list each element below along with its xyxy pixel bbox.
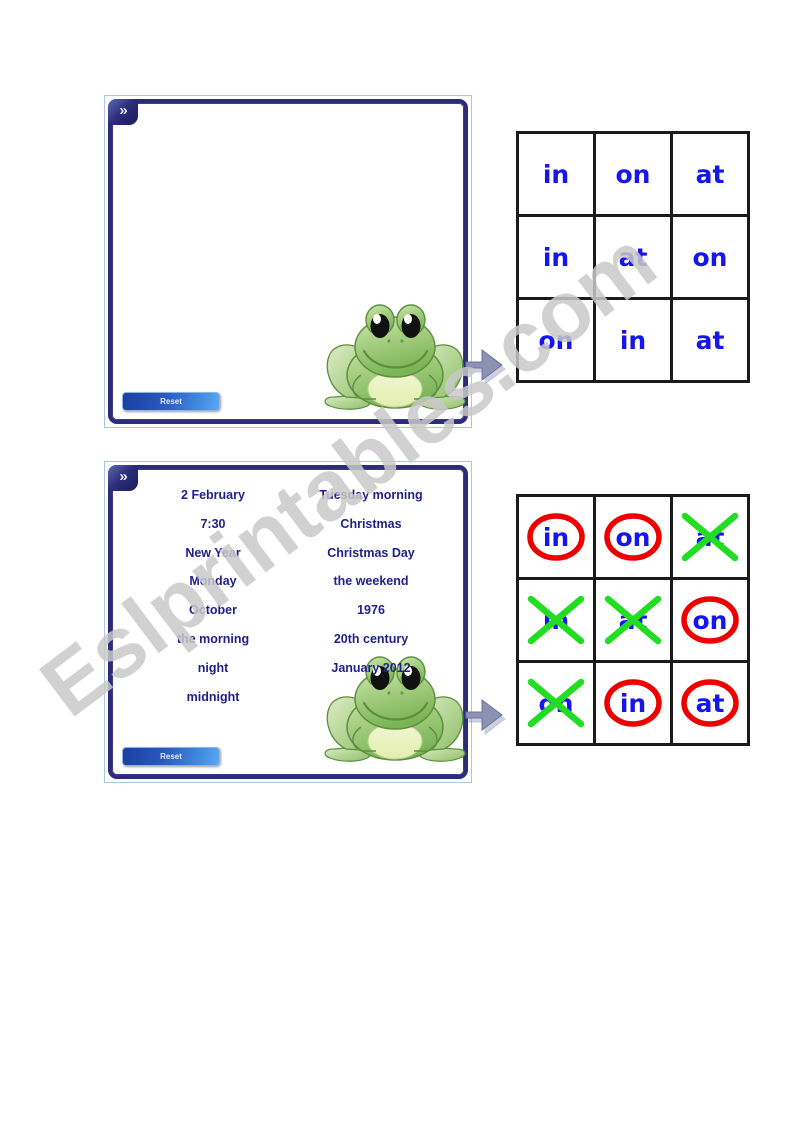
cell-word: in xyxy=(542,159,570,189)
cell-word: in xyxy=(619,325,647,355)
arrow-right-icon-top xyxy=(465,349,506,385)
grid-cell[interactable]: in xyxy=(596,663,673,746)
cell-word: at xyxy=(695,522,725,552)
word-item[interactable]: the weekend xyxy=(292,567,450,596)
grid-cell[interactable]: at xyxy=(673,134,750,217)
word-item[interactable]: Tuesday morning xyxy=(292,481,450,510)
cell-word: at xyxy=(695,159,725,189)
word-item[interactable]: midnight xyxy=(134,683,292,712)
word-item[interactable]: 2 February xyxy=(134,481,292,510)
reset-button[interactable]: Reset xyxy=(122,747,220,766)
word-item[interactable]: 20th century xyxy=(292,625,450,654)
grid-cell[interactable]: on xyxy=(596,497,673,580)
cell-word: in xyxy=(542,242,570,272)
word-item[interactable]: night xyxy=(134,654,292,683)
word-item[interactable]: Christmas Day xyxy=(292,539,450,568)
preposition-grid-unmarked: in on at in at on on in at xyxy=(516,131,750,383)
grid-cell[interactable]: at xyxy=(596,217,673,300)
grid-cell[interactable]: on xyxy=(519,300,596,383)
cell-word: on xyxy=(615,159,651,189)
grid-cell[interactable]: at xyxy=(596,580,673,663)
cell-word: on xyxy=(692,242,728,272)
panel-inner-frame: » 2 February 7:30 New Year Monday Octobe… xyxy=(108,465,468,779)
frog-illustration xyxy=(324,304,466,410)
cell-word: at xyxy=(618,605,648,635)
word-item[interactable]: October xyxy=(134,596,292,625)
grid-cell[interactable]: on xyxy=(519,663,596,746)
chevron-right-icon[interactable]: » xyxy=(108,99,138,125)
word-item[interactable]: January 2012 xyxy=(292,654,450,683)
grid-cell[interactable]: in xyxy=(519,134,596,217)
grid-cell[interactable]: on xyxy=(673,580,750,663)
word-item[interactable]: 7:30 xyxy=(134,510,292,539)
cell-word: on xyxy=(615,522,651,552)
word-column-left: 2 February 7:30 New Year Monday October … xyxy=(134,481,292,711)
activity-panel-filled: » 2 February 7:30 New Year Monday Octobe… xyxy=(104,461,472,783)
grid-cell[interactable]: in xyxy=(596,300,673,383)
cell-word: at xyxy=(695,325,725,355)
cell-word: at xyxy=(618,242,648,272)
cell-word: on xyxy=(538,325,574,355)
grid-cell[interactable]: in xyxy=(519,217,596,300)
grid-cell[interactable]: at xyxy=(673,663,750,746)
panel-inner-frame: » Reset xyxy=(108,99,468,424)
word-column-right: Tuesday morning Christmas Christmas Day … xyxy=(292,481,450,711)
grid-cell[interactable]: on xyxy=(596,134,673,217)
cell-word: on xyxy=(692,605,728,635)
cell-word: at xyxy=(695,688,725,718)
cell-word: in xyxy=(542,522,570,552)
grid-cell[interactable]: on xyxy=(673,217,750,300)
grid-cell[interactable]: in xyxy=(519,497,596,580)
word-columns: 2 February 7:30 New Year Monday October … xyxy=(134,481,450,711)
activity-panel-empty: » Reset xyxy=(104,95,472,428)
cell-word: in xyxy=(619,688,647,718)
grid-cell[interactable]: in xyxy=(519,580,596,663)
reset-button[interactable]: Reset xyxy=(122,392,220,411)
word-item[interactable]: 1976 xyxy=(292,596,450,625)
word-item[interactable]: New Year xyxy=(134,539,292,568)
cell-word: on xyxy=(538,688,574,718)
grid-cell[interactable]: at xyxy=(673,300,750,383)
grid-cell[interactable]: at xyxy=(673,497,750,580)
arrow-right-icon-bottom xyxy=(465,699,506,735)
cell-word: in xyxy=(542,605,570,635)
word-item[interactable]: the morning xyxy=(134,625,292,654)
word-item[interactable]: Christmas xyxy=(292,510,450,539)
preposition-grid-marked: in on at in at on on in at xyxy=(516,494,750,746)
word-item[interactable]: Monday xyxy=(134,567,292,596)
